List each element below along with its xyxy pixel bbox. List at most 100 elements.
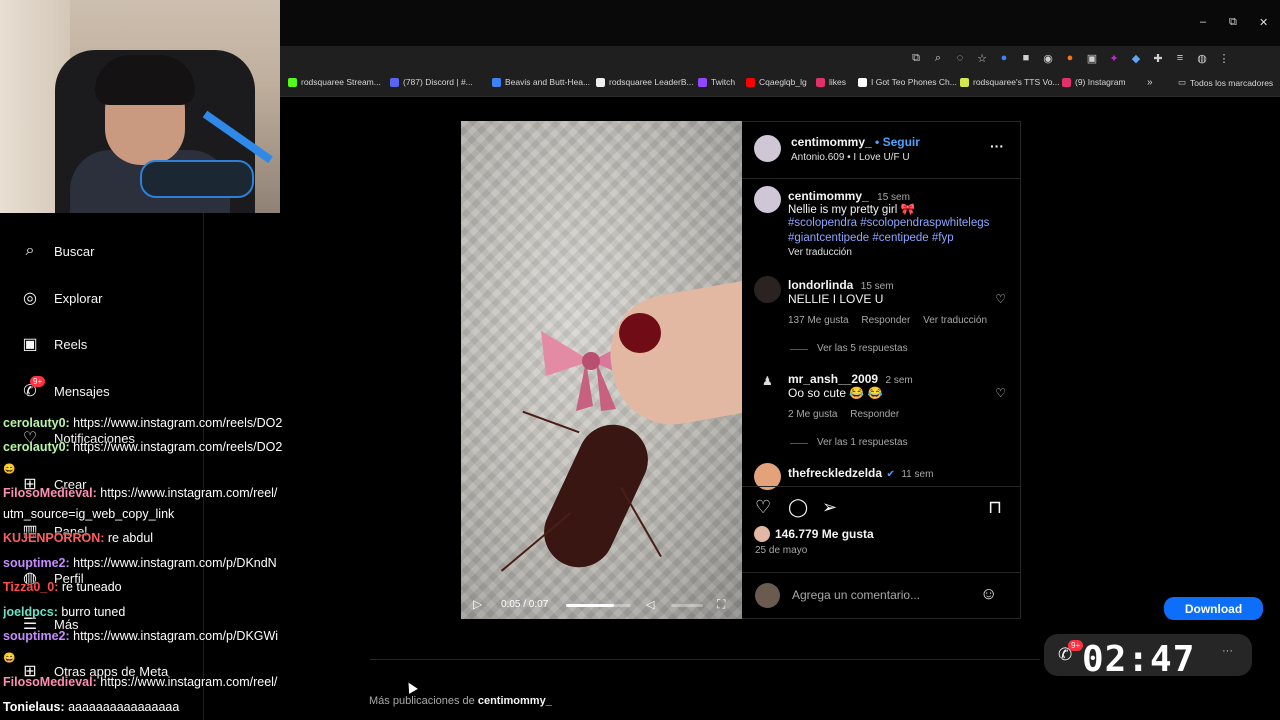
caption-hashtags[interactable]: #scolopendra #scolopendraspwhitelegs [788, 217, 989, 229]
webcam-microphone [140, 160, 254, 198]
verified-badge-icon: ✔ [886, 469, 895, 480]
bookmark-item[interactable]: likes [816, 77, 846, 87]
webcam-person-hair [95, 55, 195, 105]
bookmark-item[interactable]: Beavis and Butt-Hea... [492, 77, 590, 87]
like-heart-icon[interactable]: ♡ [755, 497, 771, 518]
caption-username[interactable]: centimommy_ [788, 189, 869, 203]
see-translation-link[interactable]: Ver traducción [788, 247, 852, 258]
media-icon[interactable]: ≡ [1172, 50, 1188, 66]
comment-likes[interactable]: 2 Me gusta [788, 409, 837, 420]
more-dots-icon[interactable]: ··· [1222, 645, 1233, 657]
camera-icon[interactable]: ◉ [1040, 50, 1056, 66]
volume-icon[interactable]: ◁ [646, 598, 654, 611]
bookmark-item[interactable]: (9) Instagram [1062, 77, 1126, 87]
all-bookmarks-button[interactable]: ▭ Todos los marcadores [1178, 77, 1273, 88]
video-progress-fill [566, 604, 614, 607]
bookmark-item[interactable]: rodsquaree LeaderB... [596, 77, 694, 87]
extension-blue-icon[interactable]: ● [996, 50, 1012, 66]
bookmark-item[interactable]: rodsquaree Stream... [288, 77, 381, 87]
messages-badge: 9+ [30, 376, 46, 387]
puzzle-icon[interactable]: ✚ [1150, 50, 1166, 66]
kebab-menu-icon[interactable]: ⋮ [1216, 50, 1232, 66]
caption-avatar[interactable] [754, 186, 781, 213]
chat-username: FilosoMedieval: [3, 486, 97, 500]
replies-line [790, 443, 808, 444]
post-audio[interactable]: Antonio.609 • I Love U/F U [791, 152, 910, 163]
video-controls: ▷ 0:05 / 0:07 ◁ ⛶ [461, 591, 742, 619]
comment-like-heart-icon[interactable]: ♡ [995, 292, 1006, 306]
chat-text: re tuneado [58, 580, 122, 594]
chat-text: https://www.instagram.com/p/DKGWi [69, 629, 279, 643]
bookmarks-overflow-button[interactable]: » [1147, 77, 1153, 88]
comment-likes[interactable]: 137 Me gusta [788, 315, 849, 326]
chat-username: souptime2: [3, 556, 70, 570]
close-window-button[interactable]: ✕ [1259, 16, 1268, 29]
nav-reels[interactable]: ▣ Reels [20, 334, 87, 354]
bookmark-favicon-icon [858, 77, 867, 87]
bookmark-item[interactable]: Cqaeglqb_lg [746, 77, 807, 87]
view-replies-button[interactable]: Ver las 5 respuestas [817, 343, 908, 354]
nav-search[interactable]: ⌕ Buscar [20, 241, 95, 261]
bookmark-favicon-icon [816, 77, 825, 87]
eye-off-icon[interactable]: ◌ [952, 50, 968, 66]
comment-username[interactable]: mr_ansh__2009 [788, 372, 878, 386]
chat-username: joeldpcs: [3, 605, 58, 619]
comment-avatar[interactable]: ♟ [762, 374, 773, 388]
caption-hashtags[interactable]: #giantcentipede #centipede #fyp [788, 232, 954, 244]
bookmark-item[interactable]: rodsquaree's TTS Vo... [960, 77, 1060, 87]
download-button[interactable]: Download [1164, 597, 1263, 620]
extension-purple-icon[interactable]: ✦ [1106, 50, 1122, 66]
comment-username[interactable]: thefreckledzelda [788, 466, 882, 480]
extension-square-icon[interactable]: ■ [1018, 50, 1034, 66]
author-avatar[interactable] [754, 135, 781, 162]
likes-count[interactable]: 146.779 Me gusta [775, 527, 874, 541]
bookmark-favicon-icon [746, 77, 755, 87]
post-video[interactable]: ▷ 0:05 / 0:07 ◁ ⛶ [461, 121, 742, 619]
comment-reply-button[interactable]: Responder [850, 409, 899, 420]
comment-time: 15 sem [860, 281, 894, 292]
nav-explore[interactable]: ◎ Explorar [20, 288, 102, 308]
comment-reply-button[interactable]: Responder [861, 315, 910, 326]
comment-header: thefreckledzelda ✔ 11 sem [788, 464, 933, 482]
chat-text: aaaaaaaaaaaaaaaa [64, 700, 180, 714]
comment-input[interactable]: Agrega un comentario... [792, 588, 920, 602]
bookmark-favicon-icon [1062, 77, 1071, 87]
author-username[interactable]: centimommy_ [791, 135, 872, 149]
bottom-divider [370, 659, 1040, 660]
comment-avatar[interactable] [754, 276, 781, 303]
comment-username[interactable]: londorlinda [788, 278, 853, 292]
bookmark-item[interactable]: Twitch [698, 77, 735, 87]
maximize-button[interactable]: ⧉ [1229, 16, 1237, 29]
play-icon[interactable]: ▷ [473, 597, 482, 611]
extension-orange-icon[interactable]: ● [1062, 50, 1078, 66]
install-icon[interactable]: ⧉ [908, 50, 924, 66]
zoom-icon[interactable]: ⌕ [930, 50, 946, 66]
bookmark-item[interactable]: (787) Discord | #... [390, 77, 473, 87]
webcam-overlay [0, 0, 280, 213]
comment-translate-link[interactable]: Ver traducción [923, 315, 987, 326]
emoji-icon[interactable]: ☺ [980, 584, 997, 604]
fullscreen-icon[interactable]: ⛶ [717, 597, 725, 612]
share-send-icon[interactable]: ➢ [822, 497, 837, 518]
chat-username: cerolauty0: [3, 440, 70, 454]
follow-button[interactable]: • Seguir [875, 135, 920, 149]
chat-message: cerolauty0: https://www.instagram.com/re… [3, 440, 308, 454]
extension-gem-icon[interactable]: ◆ [1128, 50, 1144, 66]
chat-emote-icon: 😄 [3, 464, 16, 475]
comment-like-heart-icon[interactable]: ♡ [995, 386, 1006, 400]
mouse-cursor [404, 680, 418, 694]
comment-bubble-icon[interactable]: ◯ [788, 497, 808, 518]
video-fingernail [619, 313, 661, 353]
star-icon[interactable]: ☆ [974, 50, 990, 66]
extension-tabs-icon[interactable]: ▣ [1084, 50, 1100, 66]
chat-text: re abdul [104, 531, 154, 545]
bookmark-favicon-icon [288, 77, 297, 87]
view-replies-button[interactable]: Ver las 1 respuestas [817, 437, 908, 448]
minimize-button[interactable]: – [1200, 16, 1206, 28]
bookmark-item[interactable]: I Got Teo Phones Ch... [858, 77, 957, 87]
volume-slider[interactable] [671, 604, 703, 607]
chat-text: https://www.instagram.com/reels/DO2 [69, 440, 283, 454]
more-options-icon[interactable]: ··· [990, 138, 1004, 154]
bookmark-save-icon[interactable]: ⊓ [988, 497, 1002, 518]
profile-avatar-icon[interactable]: ◍ [1194, 50, 1210, 66]
